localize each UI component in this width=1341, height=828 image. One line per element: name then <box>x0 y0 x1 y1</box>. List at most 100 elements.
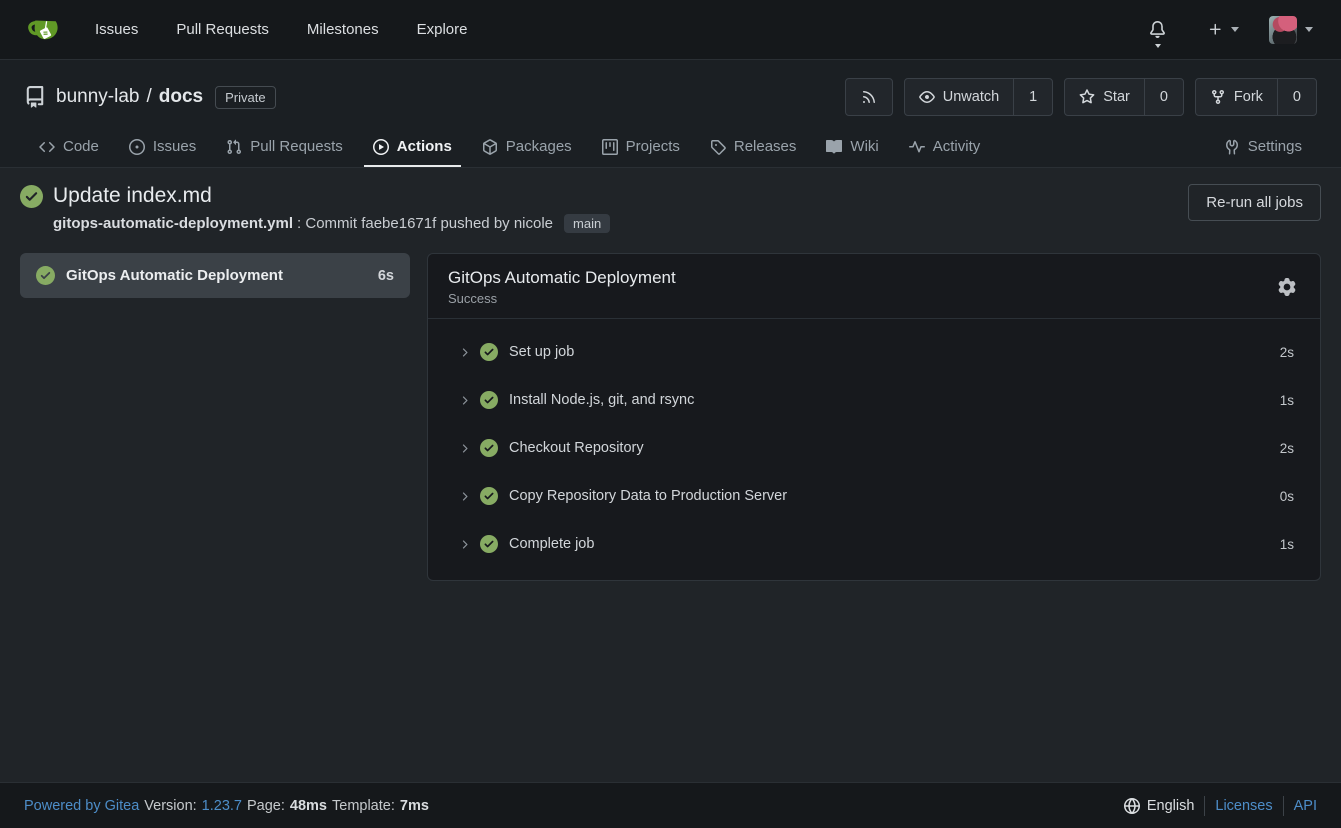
branch-badge[interactable]: main <box>564 214 610 233</box>
success-check-icon <box>480 343 498 361</box>
nav-item-explore[interactable]: Explore <box>398 11 487 48</box>
stars-count[interactable]: 0 <box>1144 79 1183 115</box>
step-name: Copy Repository Data to Production Serve… <box>509 488 1271 504</box>
nav-item-issues[interactable]: Issues <box>76 11 157 48</box>
footer-info: Powered by Gitea Version: 1.23.7 Page: 4… <box>24 798 429 814</box>
nav-item-milestones[interactable]: Milestones <box>288 11 398 48</box>
pull-request-icon <box>226 139 242 155</box>
commit-text: : Commit faebe1671f pushed by nicole <box>297 215 553 232</box>
fork-icon <box>1210 89 1226 105</box>
step-row-copy-repository-data[interactable]: Copy Repository Data to Production Serve… <box>428 472 1320 520</box>
nav-item-pull-requests[interactable]: Pull Requests <box>157 11 288 48</box>
repo-breadcrumb: bunny-lab / docs <box>56 86 203 108</box>
tag-icon <box>710 139 726 155</box>
job-duration: 6s <box>378 268 394 284</box>
footer: Powered by Gitea Version: 1.23.7 Page: 4… <box>0 782 1341 828</box>
repo-icon <box>24 86 46 108</box>
tab-label: Actions <box>397 138 452 155</box>
bell-caret <box>1155 44 1161 48</box>
tab-label: Code <box>63 138 99 155</box>
watchers-count[interactable]: 1 <box>1013 79 1052 115</box>
rss-icon <box>846 79 892 115</box>
success-check-icon <box>480 391 498 409</box>
language-label: English <box>1147 798 1195 814</box>
gitea-logo-icon[interactable] <box>28 14 62 46</box>
rerun-all-jobs-button[interactable]: Re-run all jobs <box>1188 184 1321 221</box>
tab-code[interactable]: Code <box>24 126 114 167</box>
tab-actions[interactable]: Actions <box>358 126 467 167</box>
private-badge: Private <box>215 86 275 109</box>
chevron-right-icon <box>458 538 471 551</box>
powered-by-gitea-link[interactable]: Powered by Gitea <box>24 798 139 814</box>
repo-action-buttons: Unwatch 1 Star 0 Fork 0 <box>845 78 1317 116</box>
tab-settings[interactable]: Settings <box>1209 126 1317 167</box>
panel-job-status: Success <box>448 291 676 306</box>
star-button-group: Star 0 <box>1064 78 1184 116</box>
notifications-bell-icon[interactable] <box>1139 13 1176 46</box>
project-board-icon <box>602 139 618 155</box>
create-new-button[interactable] <box>1198 14 1249 45</box>
footer-links: English Licenses API <box>1124 796 1317 816</box>
rss-button[interactable] <box>845 78 893 116</box>
repo-name-link[interactable]: docs <box>159 86 203 108</box>
step-row-complete-job[interactable]: Complete job 1s <box>428 520 1320 568</box>
star-label: Star <box>1103 89 1130 105</box>
tab-releases[interactable]: Releases <box>695 126 812 167</box>
fork-button[interactable]: Fork <box>1196 79 1277 115</box>
tab-packages[interactable]: Packages <box>467 126 587 167</box>
step-name: Complete job <box>509 536 1271 552</box>
repo-header: bunny-lab / docs Private Unwatch 1 <box>0 60 1341 168</box>
tab-issues[interactable]: Issues <box>114 126 211 167</box>
api-link[interactable]: API <box>1294 798 1317 814</box>
unwatch-label: Unwatch <box>943 89 999 105</box>
fork-label: Fork <box>1234 89 1263 105</box>
step-row-checkout-repository[interactable]: Checkout Repository 2s <box>428 424 1320 472</box>
tab-activity[interactable]: Activity <box>894 126 996 167</box>
success-check-icon <box>480 439 498 457</box>
topnav-right <box>1139 8 1323 52</box>
tab-label: Packages <box>506 138 572 155</box>
avatar[interactable] <box>1269 16 1297 44</box>
success-check-icon <box>20 185 43 208</box>
step-row-install-node[interactable]: Install Node.js, git, and rsync 1s <box>428 376 1320 424</box>
tab-pull-requests[interactable]: Pull Requests <box>211 126 358 167</box>
watch-button-group: Unwatch 1 <box>904 78 1054 116</box>
unwatch-button[interactable]: Unwatch <box>905 79 1013 115</box>
star-button[interactable]: Star <box>1065 79 1144 115</box>
step-name: Install Node.js, git, and rsync <box>509 392 1271 408</box>
step-name: Set up job <box>509 344 1271 360</box>
tab-label: Settings <box>1248 138 1302 155</box>
tab-label: Projects <box>626 138 680 155</box>
step-name: Checkout Repository <box>509 440 1271 456</box>
tab-projects[interactable]: Projects <box>587 126 695 167</box>
step-row-setup-job[interactable]: Set up job 2s <box>428 328 1320 376</box>
step-duration: 1s <box>1280 393 1294 408</box>
template-time: 7ms <box>400 798 429 814</box>
tools-icon <box>1224 139 1240 155</box>
workflow-file-link[interactable]: gitops-automatic-deployment.yml <box>53 215 293 232</box>
version-label: Version: <box>144 798 196 814</box>
success-check-icon <box>480 535 498 553</box>
step-duration: 1s <box>1280 537 1294 552</box>
breadcrumb-separator: / <box>146 86 151 108</box>
language-selector[interactable]: English <box>1124 798 1195 814</box>
licenses-link[interactable]: Licenses <box>1215 798 1272 814</box>
tab-wiki[interactable]: Wiki <box>811 126 893 167</box>
job-item-selected[interactable]: GitOps Automatic Deployment 6s <box>20 253 410 298</box>
forks-count[interactable]: 0 <box>1277 79 1316 115</box>
run-subtitle: gitops-automatic-deployment.yml: Commit … <box>53 214 610 233</box>
gear-icon[interactable] <box>1274 274 1300 300</box>
tab-label: Pull Requests <box>250 138 343 155</box>
topnav-links: Issues Pull Requests Milestones Explore <box>76 11 486 48</box>
actions-run-page: Update index.md gitops-automatic-deploym… <box>0 168 1341 782</box>
version-link[interactable]: 1.23.7 <box>202 798 242 814</box>
page-label: Page: <box>247 798 285 814</box>
panel-job-title: GitOps Automatic Deployment <box>448 268 676 288</box>
job-name: GitOps Automatic Deployment <box>66 267 367 284</box>
chevron-right-icon <box>458 346 471 359</box>
fork-button-group: Fork 0 <box>1195 78 1317 116</box>
user-menu[interactable] <box>1259 8 1323 52</box>
repo-owner-link[interactable]: bunny-lab <box>56 86 139 108</box>
step-duration: 2s <box>1280 345 1294 360</box>
chevron-right-icon <box>458 394 471 407</box>
